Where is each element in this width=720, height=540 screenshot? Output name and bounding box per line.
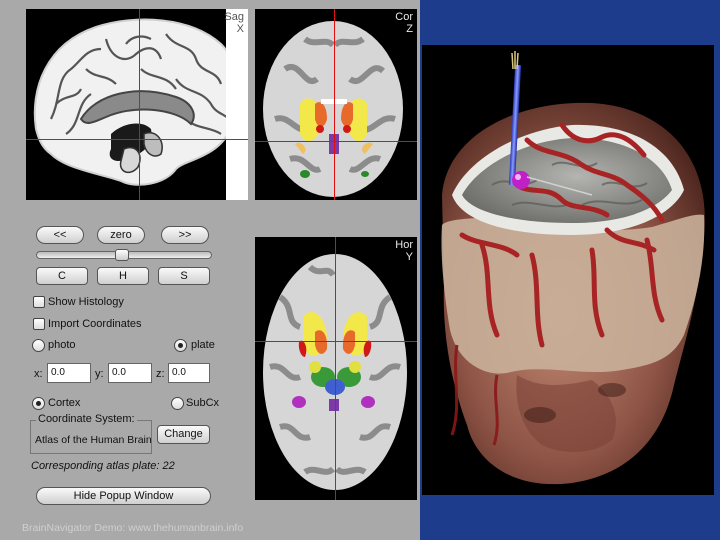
photo-label: photo <box>48 339 76 351</box>
y-coordinate-label: y: <box>95 368 104 380</box>
3d-head-image <box>441 51 705 485</box>
coronal-label: Cor Z <box>395 11 413 35</box>
sagittal-crosshair-horizontal <box>26 139 248 140</box>
coronal-crosshair-vertical <box>334 9 335 200</box>
y-coordinate-field[interactable]: 0.0 <box>108 363 152 383</box>
previous-button[interactable]: << <box>36 226 84 244</box>
render-panel <box>420 0 720 540</box>
control-panel: Sag X Cor Z Hor Y << zero >> C H S Show … <box>0 0 420 540</box>
3d-head-render[interactable] <box>422 45 714 495</box>
coordinate-system-title: Coordinate System: <box>36 413 137 425</box>
horizontal-crosshair-vertical <box>335 237 336 500</box>
plane-c-button[interactable]: C <box>36 267 88 285</box>
horizontal-view[interactable]: Hor Y <box>255 237 417 500</box>
coronal-label-bottom: Z <box>406 23 413 35</box>
sagittal-label-top: Sag <box>224 11 244 23</box>
corresponding-plate-text: Corresponding atlas plate: 22 <box>31 460 175 472</box>
sagittal-crosshair-vertical <box>139 9 140 200</box>
coronal-view[interactable]: Cor Z <box>255 9 417 200</box>
z-coordinate-label: z: <box>156 368 165 380</box>
photo-radio[interactable] <box>32 339 45 352</box>
horizontal-label-top: Hor <box>395 239 413 251</box>
z-coordinate-field[interactable]: 0.0 <box>168 363 210 383</box>
x-coordinate-label: x: <box>34 368 43 380</box>
plane-s-button[interactable]: S <box>158 267 210 285</box>
coronal-crosshair-horizontal <box>255 141 417 142</box>
plane-h-button[interactable]: H <box>97 267 149 285</box>
show-histology-label: Show Histology <box>48 296 124 308</box>
sagittal-brain-image <box>33 9 248 200</box>
change-button[interactable]: Change <box>157 425 210 444</box>
cortex-radio[interactable] <box>32 397 45 410</box>
import-coordinates-label: Import Coordinates <box>48 318 142 330</box>
subcx-radio[interactable] <box>171 397 184 410</box>
sagittal-view[interactable]: Sag X <box>26 9 248 200</box>
zero-button[interactable]: zero <box>97 226 145 244</box>
position-slider-thumb[interactable] <box>115 249 129 261</box>
plate-radio[interactable] <box>174 339 187 352</box>
x-coordinate-field[interactable]: 0.0 <box>47 363 91 383</box>
footer-text: BrainNavigator Demo: www.thehumanbrain.i… <box>22 522 244 534</box>
coronal-brain-image <box>263 21 403 197</box>
subcx-label: SubCx <box>186 397 220 409</box>
sagittal-label: Sag X <box>224 11 244 35</box>
cortex-label: Cortex <box>48 397 81 409</box>
coordinate-system-value: Atlas of the Human Brain <box>35 434 152 446</box>
import-coordinates-checkbox[interactable] <box>33 318 45 330</box>
sagittal-label-bottom: X <box>236 23 244 35</box>
show-histology-checkbox[interactable] <box>33 296 45 308</box>
hide-popup-window-button[interactable]: Hide Popup Window <box>36 487 211 505</box>
plate-label: plate <box>191 339 215 351</box>
horizontal-label: Hor Y <box>395 239 413 263</box>
horizontal-brain-image <box>263 254 407 490</box>
coronal-label-top: Cor <box>395 11 413 23</box>
horizontal-crosshair-horizontal <box>255 341 417 342</box>
next-button[interactable]: >> <box>161 226 209 244</box>
horizontal-label-bottom: Y <box>405 251 413 263</box>
